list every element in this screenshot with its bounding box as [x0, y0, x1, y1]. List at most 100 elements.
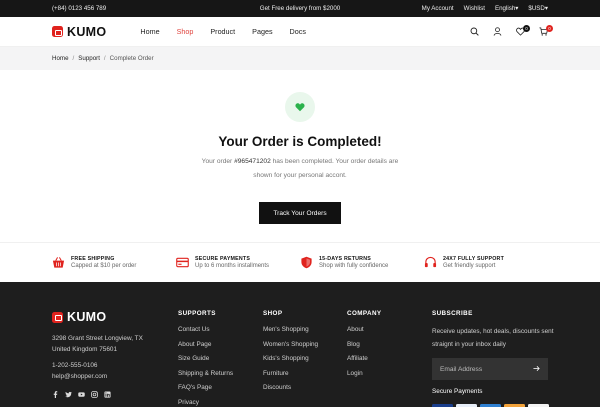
feature-subtitle: Up to 6 months installments	[195, 263, 270, 269]
footer-col-supports: Supports Contact Us About Page Size Guid…	[178, 310, 233, 407]
order-description: Your order #965471202 has been completed…	[200, 155, 400, 183]
social-links	[52, 391, 111, 398]
footer-contact: 1-202-555-0106 help@shopper.com	[52, 360, 107, 382]
arrow-right-icon[interactable]	[533, 365, 540, 372]
feature-title: Secure Payments	[195, 256, 251, 262]
breadcrumb-separator: /	[103, 55, 106, 62]
nav-shop[interactable]: Shop	[177, 27, 194, 36]
email-field[interactable]: Email Address	[432, 358, 548, 380]
track-orders-button[interactable]: Track Your Orders	[259, 202, 341, 224]
success-badge	[285, 92, 315, 122]
language-select[interactable]: English▾	[495, 5, 518, 12]
wishlist-link[interactable]: Wishlist	[464, 5, 485, 12]
user-icon[interactable]	[492, 27, 502, 37]
footer-address: 3298 Grant Street Longview, TX United Ki…	[52, 333, 143, 355]
feature-free-shipping: Free Shipping Capped at $10 per order	[52, 256, 176, 269]
credit-card-icon	[176, 257, 189, 268]
breadcrumb: Home / Support / Complete Order	[0, 47, 600, 70]
footer-col-title: Shop	[263, 310, 283, 317]
bag-logo-icon	[52, 311, 63, 323]
feature-subtitle: Shop with fully confidence	[319, 263, 389, 269]
breadcrumb-current: Complete Order	[109, 55, 154, 62]
footer-link[interactable]: Kids's Shopping	[263, 355, 318, 370]
features-bar: Free Shipping Capped at $10 per order Se…	[0, 242, 600, 282]
logo[interactable]: KUMO	[52, 25, 106, 39]
footer-link[interactable]: About	[347, 326, 382, 341]
feature-subtitle: Get friendly support	[443, 263, 496, 269]
order-complete-section: Your Order is Completed! Your order #965…	[0, 70, 600, 242]
desc-suffix: has been completed. Your order details a…	[253, 158, 399, 179]
footer-col-title: Company	[347, 310, 382, 317]
footer-link[interactable]: Shipping & Returns	[178, 370, 233, 385]
footer-email[interactable]: help@shopper.com	[52, 371, 107, 382]
footer-subscribe: Subscribe Receive updates, hot deals, di…	[432, 310, 557, 407]
page-title: Your Order is Completed!	[218, 134, 382, 149]
footer-link[interactable]: About Page	[178, 341, 233, 356]
footer-link[interactable]: Contact Us	[178, 326, 233, 341]
address-line: 3298 Grant Street Longview, TX	[52, 335, 143, 342]
twitter-icon[interactable]	[65, 391, 72, 398]
nav-home[interactable]: Home	[140, 27, 159, 36]
address-line: United Kingdom 75601	[52, 346, 118, 353]
order-number: #965471202	[234, 158, 271, 165]
secure-payments-label: Secure Payments	[432, 388, 483, 395]
subscribe-title: Subscribe	[432, 310, 473, 317]
footer-link[interactable]: Men's Shopping	[263, 326, 318, 341]
footer-link[interactable]: Blog	[347, 341, 382, 356]
breadcrumb-separator: /	[72, 55, 75, 62]
topbar-phone: (+84) 0123 456 789	[52, 5, 107, 12]
footer-col-title: Supports	[178, 310, 216, 317]
footer-link[interactable]: Affiliate	[347, 355, 382, 370]
search-icon[interactable]	[469, 27, 479, 37]
site-footer: KUMO 3298 Grant Street Longview, TX Unit…	[0, 282, 600, 407]
desc-prefix: Your order	[201, 158, 235, 165]
feature-returns: 15-Days Returns Shop with fully confiden…	[300, 256, 424, 269]
subscribe-text: Receive updates, hot deals, discounts se…	[432, 328, 554, 348]
feature-support: 24x7 Fully Support Get friendly support	[424, 256, 548, 269]
nav-pages[interactable]: Pages	[252, 27, 272, 36]
currency-select[interactable]: $USD▾	[528, 5, 548, 12]
feature-subtitle: Capped at $10 per order	[71, 263, 137, 269]
cart-icon[interactable]: 0	[538, 24, 553, 37]
feature-title: Free Shipping	[71, 256, 115, 262]
footer-link[interactable]: Size Guide	[178, 355, 233, 370]
heart-icon[interactable]: 0	[515, 24, 530, 37]
cart-count-badge: 0	[546, 24, 553, 32]
main-nav: Home Shop Product Pages Docs	[140, 27, 306, 36]
my-account-link[interactable]: My Account	[422, 5, 454, 12]
footer-link[interactable]: FAQ's Page	[178, 384, 233, 399]
footer-link[interactable]: Privacy	[178, 399, 233, 407]
footer-col-company: Company About Blog Affiliate Login	[347, 310, 382, 384]
heart-icon	[295, 103, 305, 112]
topbar-links: My Account Wishlist English▾ $USD▾	[422, 5, 548, 12]
footer-link[interactable]: Discounts	[263, 384, 318, 399]
breadcrumb-home[interactable]: Home	[52, 55, 69, 62]
shield-icon	[301, 256, 312, 269]
headphones-icon	[424, 256, 437, 268]
top-bar: (+84) 0123 456 789 Get Free delivery fro…	[0, 0, 600, 17]
youtube-icon[interactable]	[78, 391, 85, 398]
nav-product[interactable]: Product	[210, 27, 235, 36]
footer-link[interactable]: Login	[347, 370, 382, 385]
logo-text: KUMO	[67, 24, 107, 39]
footer-col-shop: Shop Men's Shopping Women's Shopping Kid…	[263, 310, 318, 399]
linkedin-icon[interactable]	[104, 391, 111, 398]
footer-logo[interactable]: KUMO	[52, 310, 106, 324]
wishlist-count-badge: 0	[523, 24, 530, 32]
footer-phone: 1-202-555-0106	[52, 362, 98, 369]
feature-title: 15-Days Returns	[319, 256, 371, 262]
footer-link[interactable]: Women's Shopping	[263, 341, 318, 356]
breadcrumb-support[interactable]: Support	[78, 55, 100, 62]
instagram-icon[interactable]	[91, 391, 98, 398]
footer-logo-text: KUMO	[67, 310, 107, 324]
basket-icon	[52, 257, 65, 268]
site-header: KUMO Home Shop Product Pages Docs 0 0	[0, 17, 600, 47]
footer-link[interactable]: Furniture	[263, 370, 318, 385]
feature-secure-payments: Secure Payments Up to 6 months installme…	[176, 256, 300, 269]
header-actions: 0 0	[469, 24, 553, 37]
feature-title: 24x7 Fully Support	[443, 256, 505, 262]
nav-docs[interactable]: Docs	[290, 27, 306, 36]
bag-logo-icon	[52, 26, 63, 37]
facebook-icon[interactable]	[52, 391, 59, 398]
email-placeholder: Email Address	[440, 365, 483, 373]
